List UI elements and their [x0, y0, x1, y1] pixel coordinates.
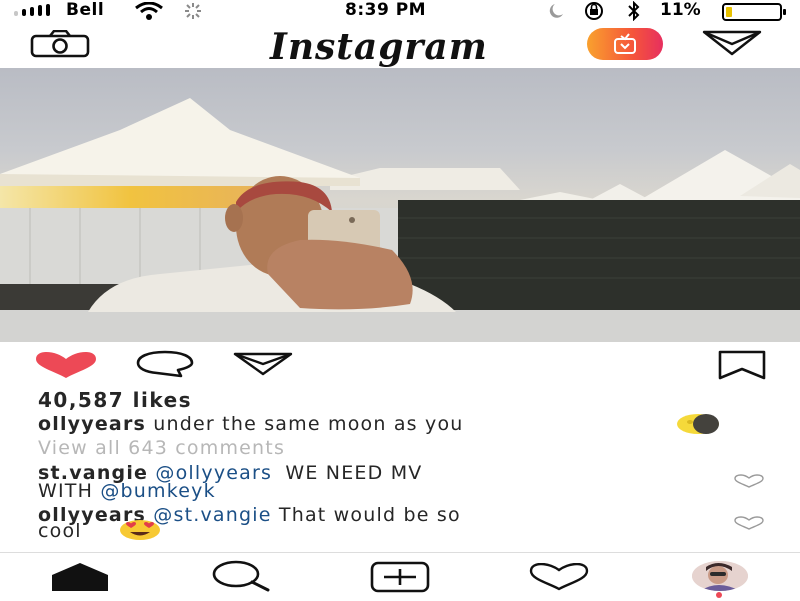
camera-icon[interactable] — [30, 30, 90, 58]
status-bar: Bell 8:39 PM 11% — [0, 0, 800, 22]
comment-text: WE NEED MV — [285, 462, 423, 484]
app-logo: Instagram — [270, 26, 488, 68]
view-all-comments-link[interactable]: View all 643 comments — [38, 437, 285, 459]
notification-dot — [716, 592, 722, 598]
comment-text: That would be so — [278, 504, 461, 526]
igtv-button[interactable] — [587, 28, 663, 60]
search-icon[interactable] — [206, 559, 272, 593]
bookmark-icon[interactable] — [717, 350, 767, 380]
heart-eyes-emoji-icon — [120, 520, 160, 540]
comment-line: ollyyears @st.vangie That would be so — [38, 504, 461, 526]
battery-percent: 11% — [660, 0, 701, 20]
wifi-icon — [135, 2, 163, 20]
comment-mention[interactable]: @st.vangie — [153, 504, 271, 526]
comment-icon[interactable] — [135, 350, 195, 378]
moon-icon — [549, 4, 563, 18]
tab-bar — [0, 552, 800, 601]
direct-message-icon[interactable] — [702, 30, 762, 56]
comment-mention[interactable]: @bumkeyk — [100, 480, 215, 502]
caption-text: under the same moon as you — [153, 413, 464, 435]
carrier-name: Bell — [66, 0, 105, 20]
clock-time: 8:39 PM — [345, 0, 427, 20]
comment-like-icon[interactable] — [733, 516, 765, 530]
like-icon[interactable] — [34, 351, 98, 379]
comment-line-continued: cool — [38, 520, 82, 542]
battery-icon — [722, 3, 786, 21]
activity-icon[interactable] — [528, 563, 590, 591]
caption: ollyyears under the same moon as you — [38, 413, 464, 435]
bluetooth-icon — [628, 1, 640, 21]
post-photo[interactable] — [0, 68, 800, 342]
moon-emoji-icon — [677, 414, 719, 434]
home-icon[interactable] — [50, 561, 110, 593]
caption-username[interactable]: ollyyears — [38, 413, 146, 435]
share-icon[interactable] — [233, 352, 293, 376]
comment-like-icon[interactable] — [733, 474, 765, 488]
avatar-image — [692, 561, 748, 591]
orientation-lock-icon — [585, 2, 603, 20]
likes-count[interactable]: 40,587 likes — [38, 388, 192, 412]
loading-spinner-icon — [185, 3, 201, 19]
igtv-icon — [614, 33, 636, 54]
signal-icon — [14, 4, 58, 16]
comment-line-continued: WITH @bumkeyk — [38, 480, 216, 502]
new-post-icon[interactable] — [370, 561, 430, 593]
profile-avatar[interactable] — [692, 561, 748, 591]
comment-text: cool — [38, 520, 82, 542]
comment-text: WITH — [38, 480, 94, 502]
post-photo-image — [0, 98, 800, 342]
